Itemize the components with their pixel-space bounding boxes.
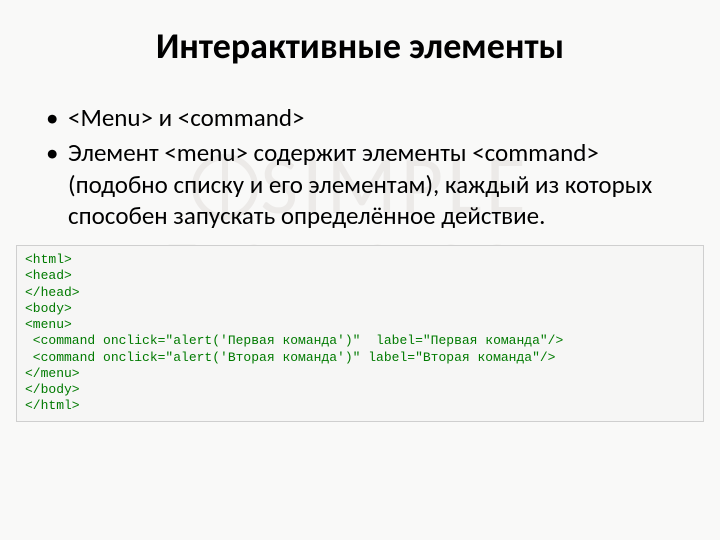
page-title: Интерактивные элементы (40, 24, 680, 68)
list-item: <Menu> и <command> (46, 102, 680, 133)
code-block: <html> <head> </head> <body> <menu> <com… (16, 245, 704, 422)
bullet-list: <Menu> и <command> Элемент <menu> содерж… (40, 102, 680, 231)
list-item: Элемент <menu> содержит элементы <comman… (46, 137, 680, 231)
